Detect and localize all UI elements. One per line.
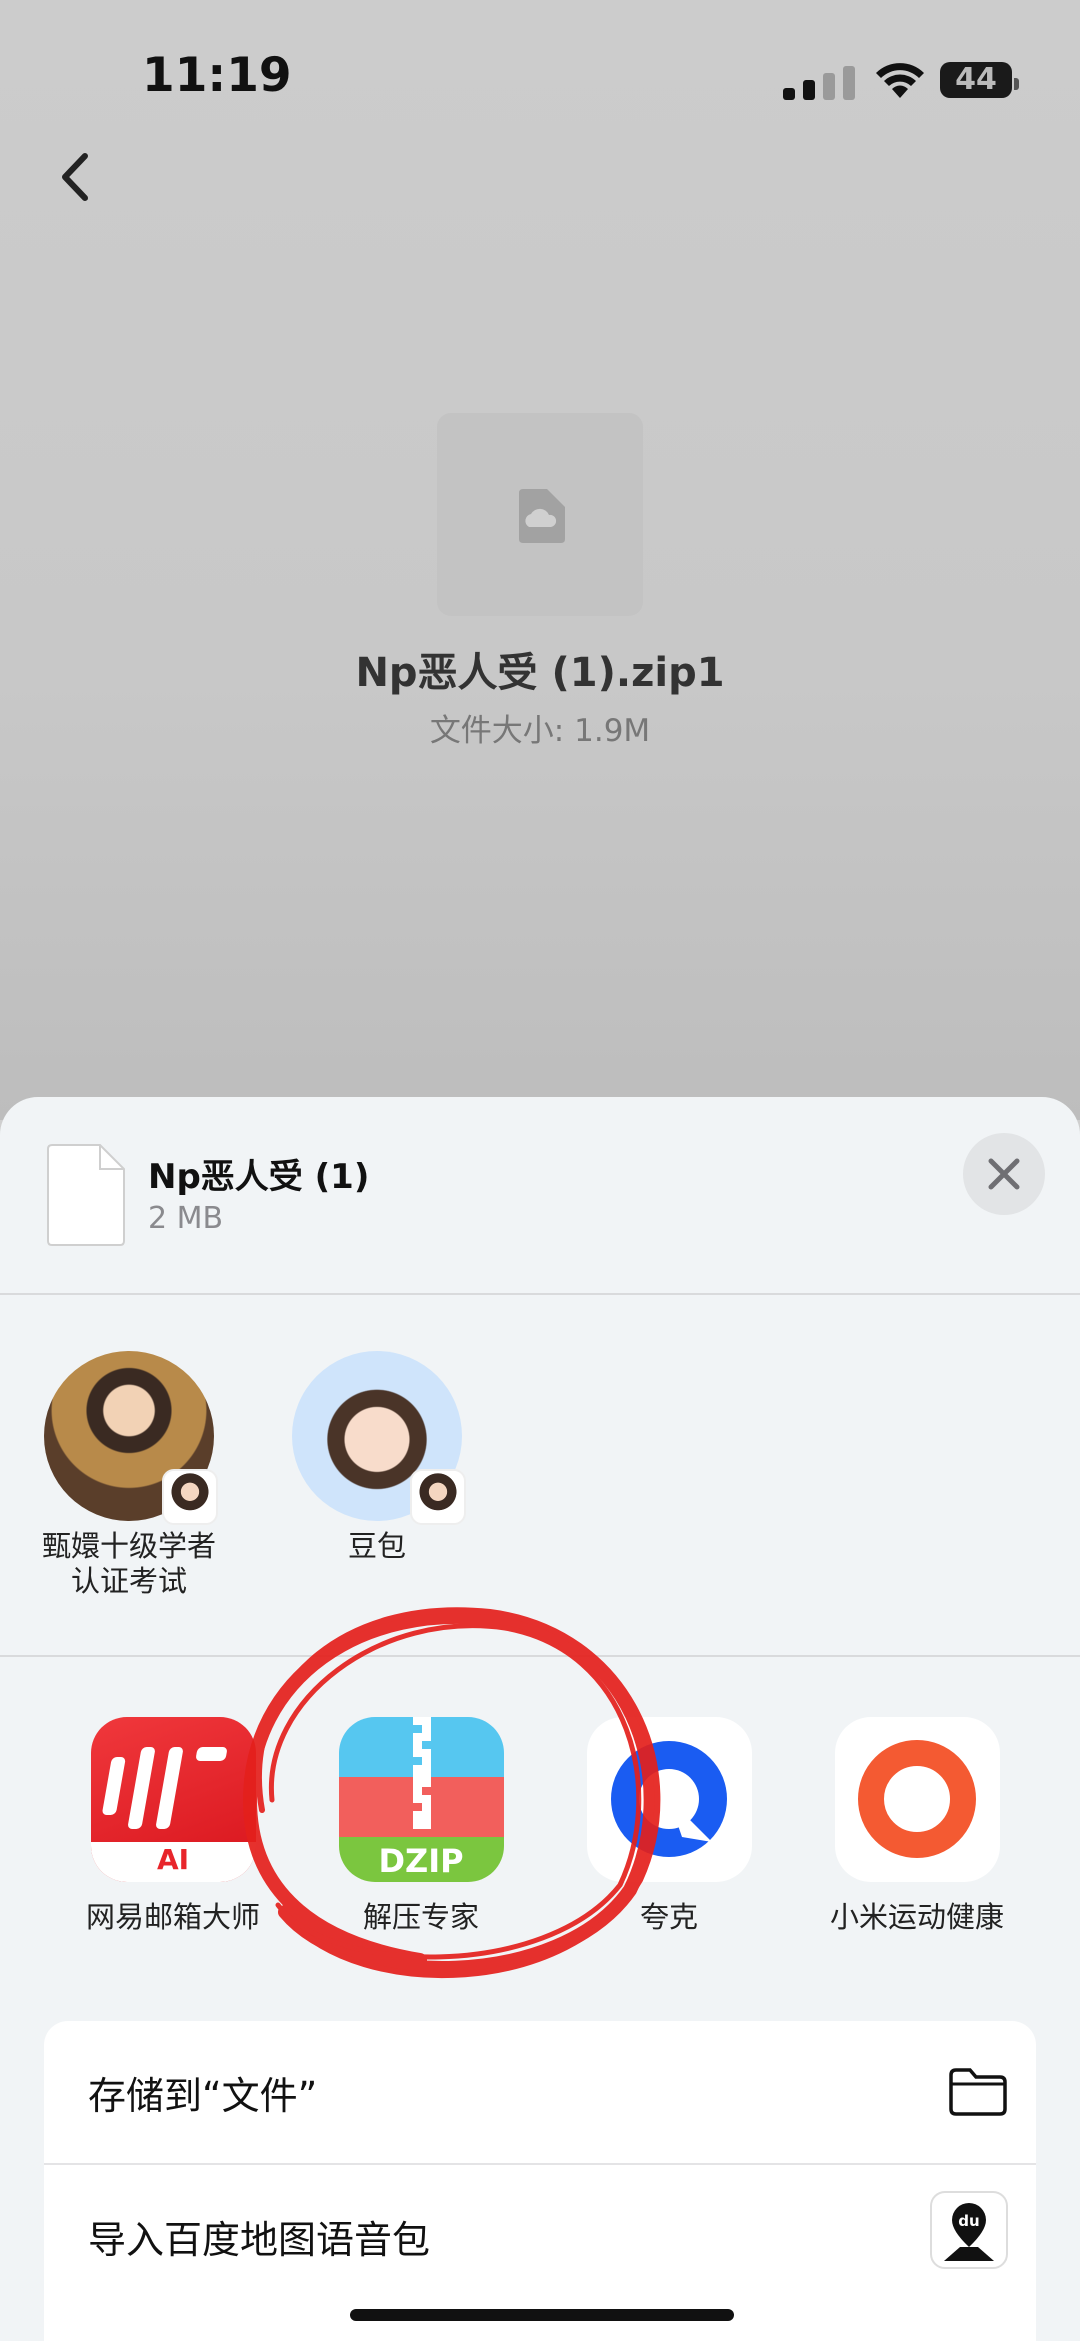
signal-icon (783, 66, 855, 100)
share-sheet: Np恶人受 (1) 2 MB 甄嬛十级学者 认证考试 豆包 AI 网易邮箱大师 … (0, 1097, 1080, 2341)
folder-icon (949, 2068, 1007, 2116)
svg-text:DZIP: DZIP (378, 1842, 463, 1880)
back-chevron-icon[interactable] (55, 150, 99, 204)
divider (0, 1655, 1080, 1657)
share-file-title: Np恶人受 (1) (148, 1157, 370, 1197)
file-cloud-icon (519, 489, 565, 543)
avatar (292, 1351, 466, 1525)
divider (0, 1293, 1080, 1295)
app-label: 小米运动健康 (829, 1900, 1004, 1934)
file-name: Np恶人受 (1).zip1 (355, 650, 725, 696)
save-to-files-action[interactable]: 存储到“文件” (44, 2021, 1036, 2163)
dzip-icon: DZIP (338, 1717, 504, 1882)
import-baidu-map-voice-action[interactable]: 导入百度地图语音包 du (44, 2165, 1036, 2307)
share-app-dzip[interactable]: DZIP 解压专家 (306, 1717, 536, 1936)
document-icon (47, 1144, 125, 1246)
mi-fitness-icon (834, 1717, 1000, 1882)
app-label: 夸克 (639, 1900, 698, 1934)
contact-label: 豆包 (347, 1529, 406, 1563)
share-app-netease-mail[interactable]: AI 网易邮箱大师 (58, 1717, 288, 1936)
baidu-map-icon: du (930, 2191, 1008, 2269)
share-app-mi-fitness[interactable]: 小米运动健康 (802, 1717, 1032, 1936)
share-contact-zhenhuan[interactable]: 甄嬛十级学者 认证考试 (29, 1351, 229, 1599)
home-indicator (350, 2309, 734, 2321)
contact-label: 甄嬛十级学者 认证考试 (41, 1529, 216, 1598)
file-thumbnail (437, 413, 643, 616)
battery-level: 44 (955, 62, 997, 97)
avatar (44, 1351, 218, 1525)
wifi-icon (876, 63, 924, 98)
close-icon (988, 1158, 1020, 1190)
app-label: 解压专家 (362, 1900, 479, 1934)
action-label: 导入百度地图语音包 (88, 2218, 431, 2262)
svg-text:AI: AI (156, 1843, 188, 1876)
doubao-badge-icon (410, 1469, 466, 1525)
share-file-size: 2 MB (148, 1201, 224, 1236)
quark-icon (586, 1717, 752, 1882)
action-label: 存储到“文件” (88, 2074, 318, 2118)
share-app-quark[interactable]: 夸克 (554, 1717, 784, 1936)
netease-mail-icon: AI (90, 1717, 256, 1882)
app-label: 网易邮箱大师 (85, 1900, 260, 1934)
action-list: 存储到“文件” 导入百度地图语音包 du (44, 2021, 1036, 2341)
share-sheet-header: Np恶人受 (1) 2 MB (0, 1097, 1080, 1293)
status-time: 11:19 (142, 48, 292, 103)
close-button[interactable] (963, 1133, 1045, 1215)
file-size: 文件大小: 1.9M (429, 713, 651, 749)
share-contact-doubao[interactable]: 豆包 (277, 1351, 477, 1564)
doubao-badge-icon (162, 1469, 218, 1525)
svg-text:du: du (958, 2212, 979, 2230)
battery-icon: 44 (940, 62, 1019, 98)
